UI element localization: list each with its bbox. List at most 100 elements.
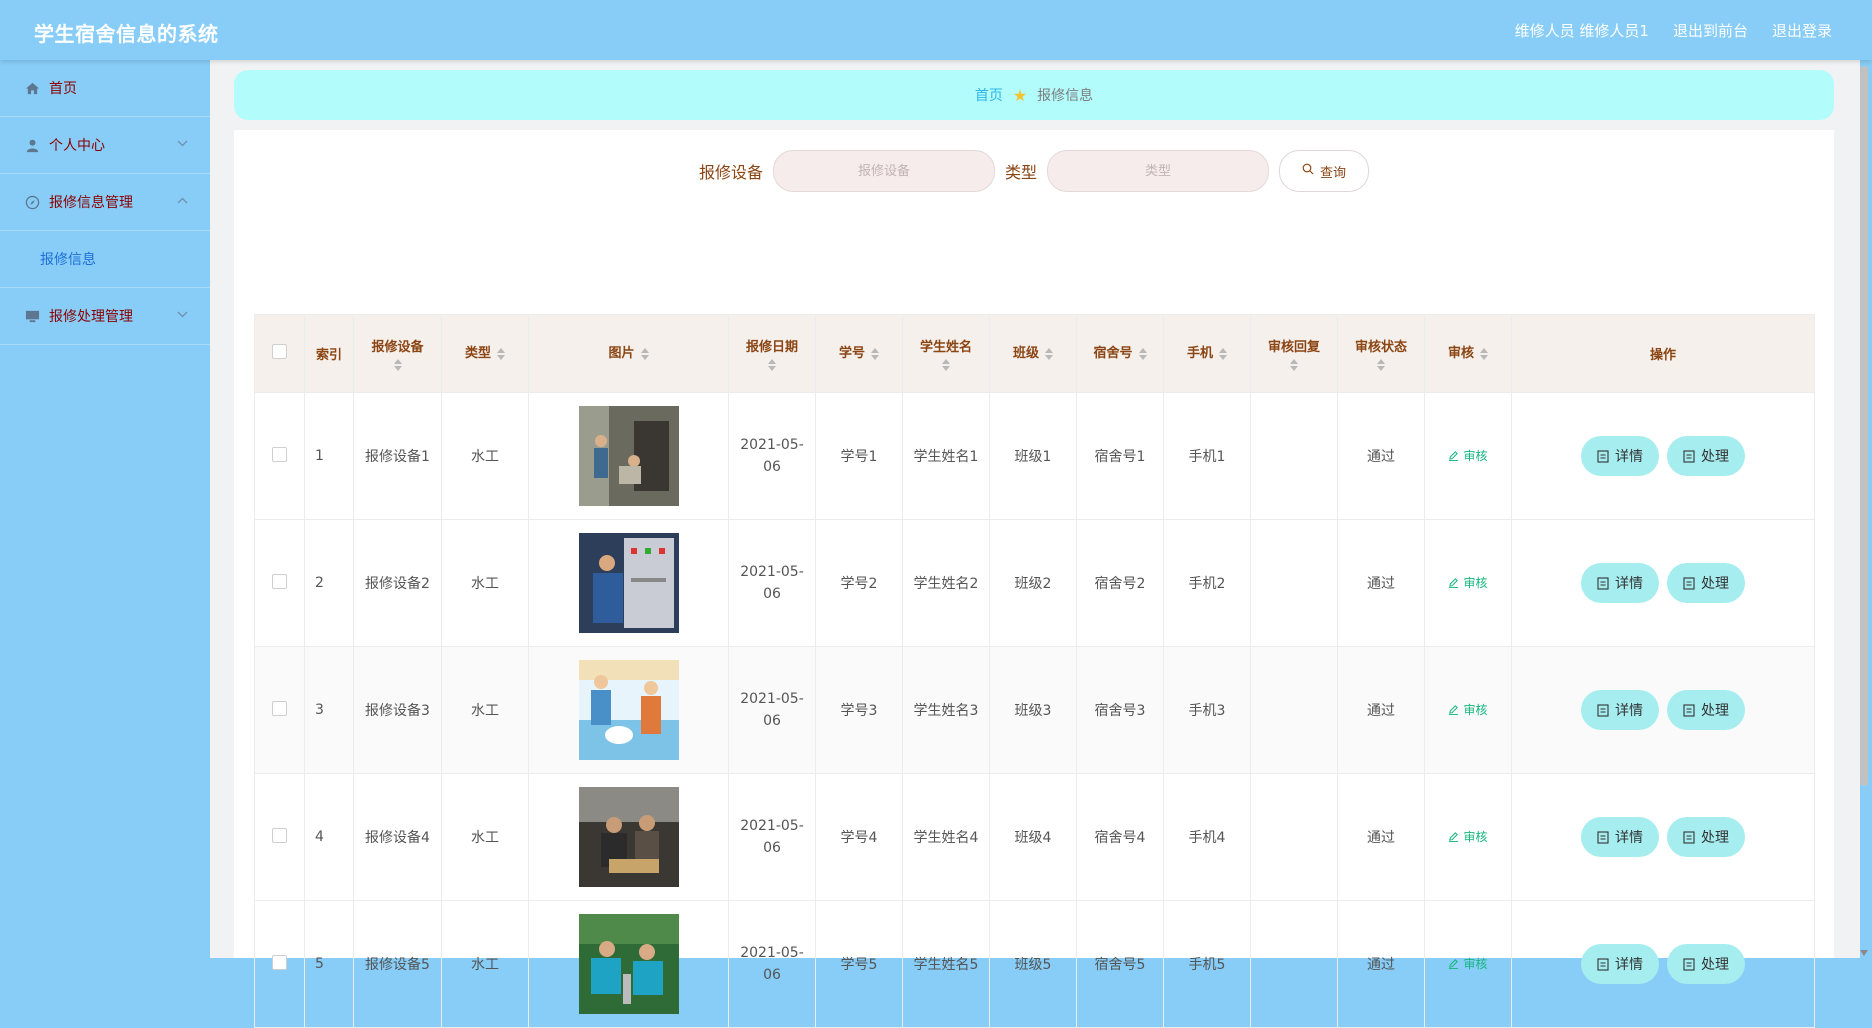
process-button-label: 处理 — [1701, 576, 1729, 592]
header-dorm[interactable]: 宿舍号 — [1076, 314, 1164, 393]
header-label: 学号 — [838, 345, 865, 361]
process-button[interactable]: 处理 — [1667, 436, 1745, 476]
header-checkbox-cell — [254, 314, 305, 393]
cell-type: 水工 — [441, 646, 529, 774]
date-part: 2021-05- — [740, 437, 804, 453]
header-phone[interactable]: 手机 — [1163, 314, 1251, 393]
sort-icon[interactable] — [1045, 347, 1053, 360]
review-link[interactable]: 审核 — [1448, 701, 1488, 718]
sort-icon[interactable] — [1290, 359, 1298, 371]
detail-button-label: 详情 — [1615, 957, 1643, 973]
repair-photo-image[interactable] — [578, 660, 679, 760]
cell-type: 水工 — [441, 519, 529, 647]
process-button[interactable]: 处理 — [1667, 944, 1745, 984]
process-button[interactable]: 处理 — [1667, 817, 1745, 857]
process-button[interactable]: 处理 — [1667, 563, 1745, 603]
to-front-link[interactable]: 退出到前台 — [1673, 20, 1748, 41]
sort-icon[interactable] — [393, 359, 402, 371]
sidebar-subitem-repair-info[interactable]: 报修信息 — [0, 231, 210, 288]
sort-icon[interactable] — [497, 347, 505, 360]
header-review-status[interactable]: 审核状态 — [1337, 314, 1425, 393]
review-link[interactable]: 审核 — [1448, 828, 1488, 845]
header-index[interactable]: 索引 — [304, 314, 354, 393]
device-search-input[interactable] — [773, 150, 995, 192]
table-row: 1 报修设备1 水工 2021-05- 06 学号1 学生姓名1 班级1 宿舍号… — [254, 392, 1815, 520]
review-link-label: 审核 — [1463, 576, 1488, 590]
header-date[interactable]: 报修日期 — [728, 314, 816, 393]
review-link[interactable]: 审核 — [1448, 447, 1488, 464]
logout-link[interactable]: 退出登录 — [1772, 20, 1832, 41]
detail-button[interactable]: 详情 — [1581, 817, 1659, 857]
scrollbar-thumb[interactable] — [1860, 66, 1868, 786]
date-part: 06 — [763, 459, 781, 475]
repair-photo-image[interactable] — [578, 533, 679, 633]
sort-icon[interactable] — [1480, 347, 1488, 360]
header-image[interactable]: 图片 — [528, 314, 729, 393]
cell-class: 班级5 — [989, 900, 1077, 1028]
row-checkbox[interactable] — [272, 446, 287, 462]
cell-phone: 手机3 — [1163, 646, 1251, 774]
cell-index: 5 — [304, 900, 354, 1028]
detail-button-label: 详情 — [1615, 576, 1643, 592]
date-part: 2021-05- — [740, 818, 804, 834]
device-search-label: 报修设备 — [698, 163, 763, 182]
header-review[interactable]: 审核 — [1424, 314, 1512, 393]
row-checkbox[interactable] — [272, 700, 287, 716]
cell-review-status: 通过 — [1337, 900, 1425, 1028]
repair-photo-image[interactable] — [578, 406, 679, 506]
detail-button[interactable]: 详情 — [1581, 563, 1659, 603]
header-device[interactable]: 报修设备 — [353, 314, 442, 393]
detail-button[interactable]: 详情 — [1581, 436, 1659, 476]
cell-index: 3 — [304, 646, 354, 774]
date-part: 2021-05- — [740, 691, 804, 707]
cell-date: 2021-05- 06 — [728, 646, 816, 774]
header-review-reply[interactable]: 审核回复 — [1250, 314, 1338, 393]
header-label: 手机 — [1186, 345, 1213, 361]
monitor-icon — [24, 308, 40, 324]
cell-index: 1 — [304, 392, 354, 520]
sort-icon[interactable] — [640, 347, 649, 360]
date-part: 06 — [763, 840, 781, 856]
review-link[interactable]: 审核 — [1448, 574, 1488, 591]
header-label: 类型 — [464, 345, 491, 361]
process-button[interactable]: 处理 — [1667, 690, 1745, 730]
cell-review-reply — [1250, 519, 1338, 647]
repair-photo-image[interactable] — [578, 787, 679, 887]
sort-icon[interactable] — [1377, 359, 1385, 371]
detail-button[interactable]: 详情 — [1581, 690, 1659, 730]
repair-photo-image[interactable] — [578, 914, 679, 1014]
cell-review-reply — [1250, 773, 1338, 901]
header-student-id[interactable]: 学号 — [815, 314, 903, 393]
select-all-checkbox[interactable] — [272, 344, 287, 359]
page-scrollbar[interactable] — [1860, 60, 1868, 958]
type-search-input[interactable] — [1047, 150, 1270, 192]
sidebar-item-repair-processing-management[interactable]: 报修处理管理 — [0, 288, 210, 345]
row-checkbox[interactable] — [272, 573, 287, 589]
scroll-down-arrow-icon[interactable] — [1860, 950, 1868, 956]
sort-icon[interactable] — [768, 359, 776, 371]
sidebar-item-repair-info-management[interactable]: 报修信息管理 — [0, 174, 210, 231]
sort-icon[interactable] — [942, 359, 950, 371]
breadcrumb-home[interactable]: 首页 — [975, 85, 1003, 105]
row-checkbox[interactable] — [272, 954, 287, 970]
detail-button-label: 详情 — [1615, 703, 1643, 719]
sort-icon[interactable] — [871, 347, 879, 360]
detail-button[interactable]: 详情 — [1581, 944, 1659, 984]
header-type[interactable]: 类型 — [441, 314, 529, 393]
sort-icon[interactable] — [1138, 347, 1147, 360]
cell-dorm: 宿舍号3 — [1076, 646, 1164, 774]
main-area: 首页 ★ 报修信息 报修设备 类型 查询 — [210, 60, 1860, 1028]
cell-student-id: 学号1 — [815, 392, 903, 520]
sidebar-item-home[interactable]: 首页 — [0, 60, 210, 117]
table-row: 3 报修设备3 水工 2021-05- 06 学号3 学生姓名3 班级3 宿舍号… — [254, 646, 1815, 774]
cell-dorm: 宿舍号4 — [1076, 773, 1164, 901]
document-icon — [1597, 830, 1609, 844]
header-class[interactable]: 班级 — [989, 314, 1077, 393]
search-button[interactable]: 查询 — [1279, 150, 1370, 192]
row-checkbox[interactable] — [272, 827, 287, 843]
cell-dorm: 宿舍号2 — [1076, 519, 1164, 647]
sidebar-item-profile[interactable]: 个人中心 — [0, 117, 210, 174]
cell-phone: 手机1 — [1163, 392, 1251, 520]
sort-icon[interactable] — [1219, 347, 1227, 360]
header-student-name[interactable]: 学生姓名 — [902, 314, 990, 393]
